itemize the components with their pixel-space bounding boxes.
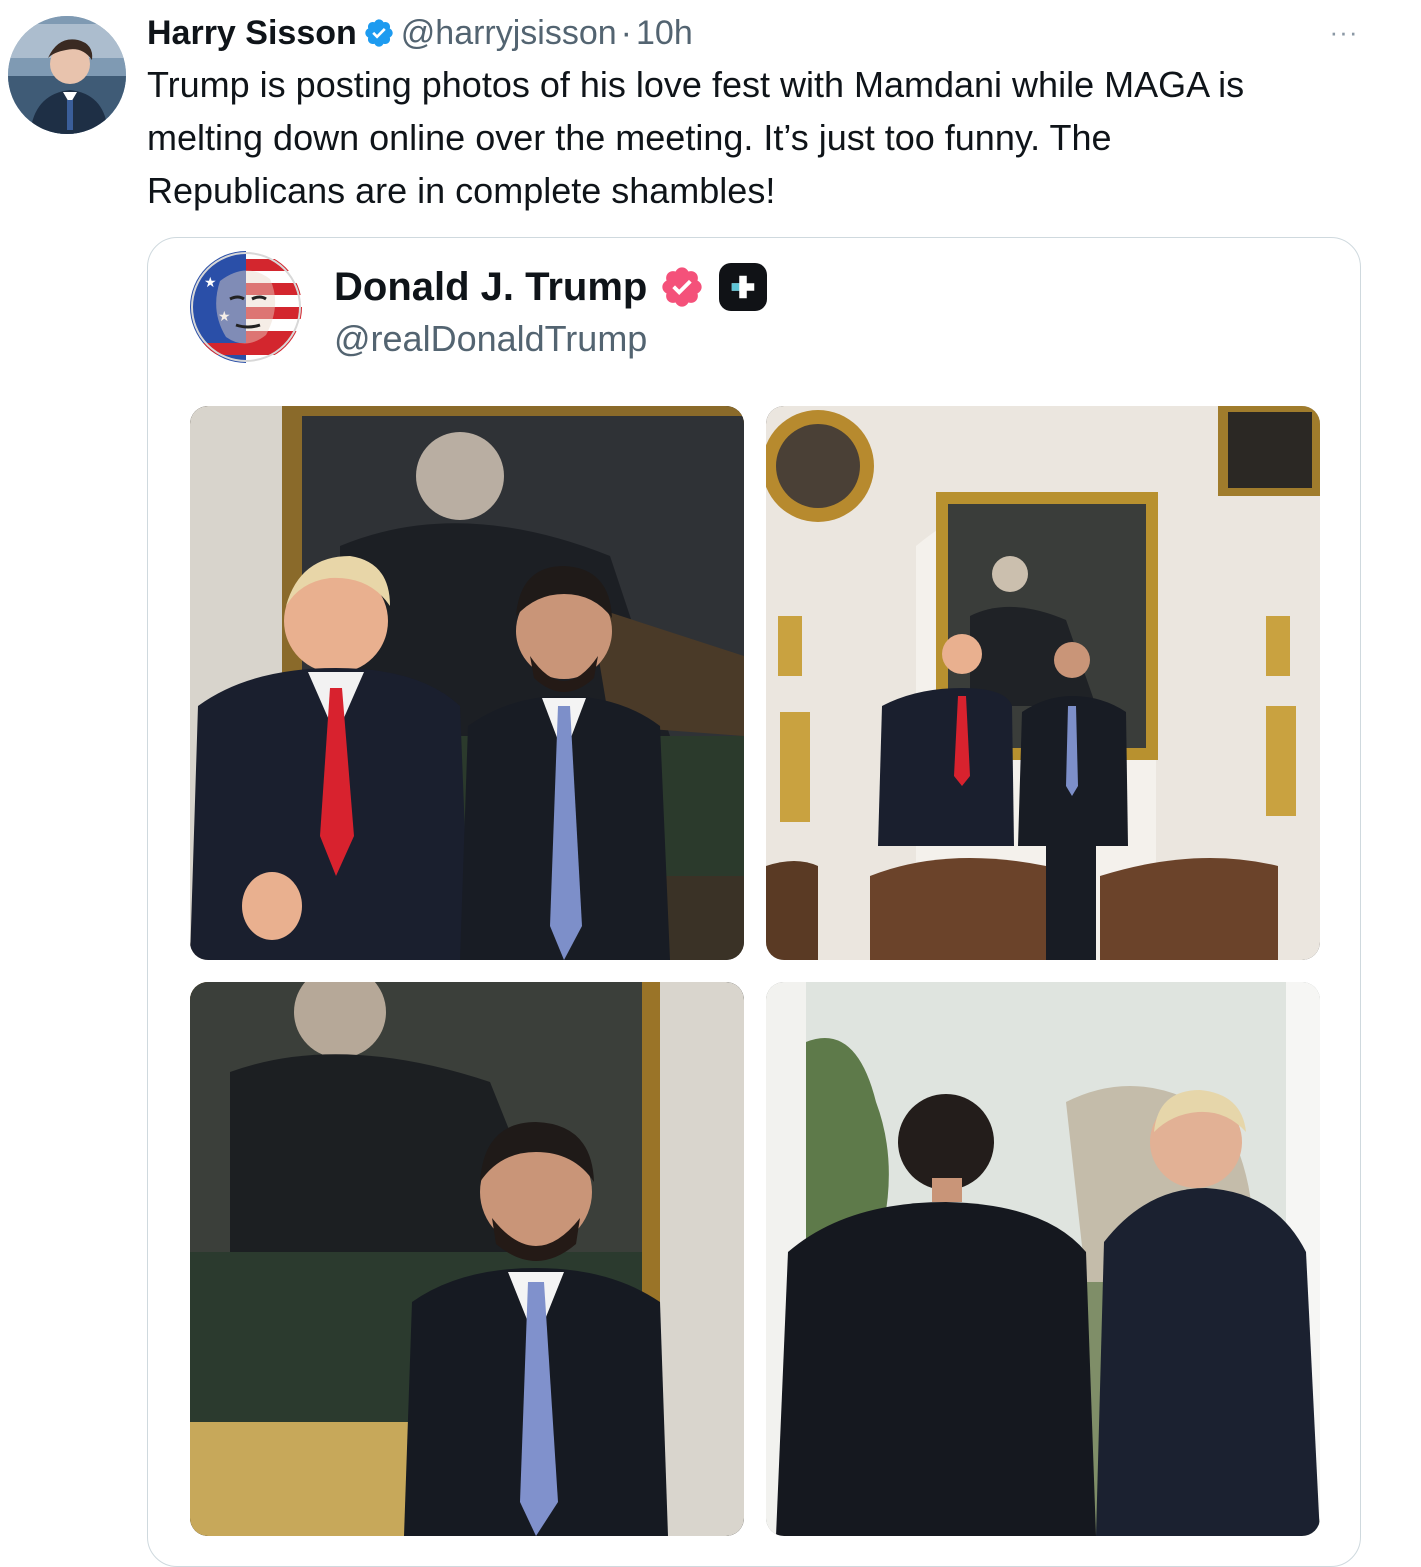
- embedded-author-name[interactable]: Donald J. Trump: [334, 265, 647, 310]
- svg-text:★: ★: [204, 275, 217, 291]
- verified-badge-pink-icon: [659, 264, 705, 310]
- photo-two-men-window[interactable]: [766, 982, 1320, 1536]
- more-options-icon[interactable]: ···: [1322, 14, 1366, 50]
- embedded-author-avatar[interactable]: ★ ★: [190, 251, 302, 363]
- verified-badge-icon: [363, 17, 395, 49]
- photo-room-wide[interactable]: [766, 406, 1320, 960]
- author-handle[interactable]: @harryjsisson: [401, 14, 617, 53]
- affiliate-plus-icon: [719, 263, 768, 311]
- tweet-text: Trump is posting photos of his love fest…: [147, 64, 1245, 211]
- tweet-header: Harry Sisson @harryjsisson · 10h: [147, 8, 693, 58]
- post-time[interactable]: 10h: [636, 14, 693, 53]
- photo-man-portrait[interactable]: [190, 982, 744, 1536]
- separator-dot: ·: [620, 13, 632, 52]
- photo-two-men-portrait[interactable]: [190, 406, 744, 960]
- embedded-author-row: Donald J. Trump: [334, 260, 768, 314]
- author-name[interactable]: Harry Sisson: [147, 14, 357, 53]
- embedded-author-handle[interactable]: @realDonaldTrump: [334, 318, 647, 360]
- author-avatar[interactable]: [8, 16, 126, 134]
